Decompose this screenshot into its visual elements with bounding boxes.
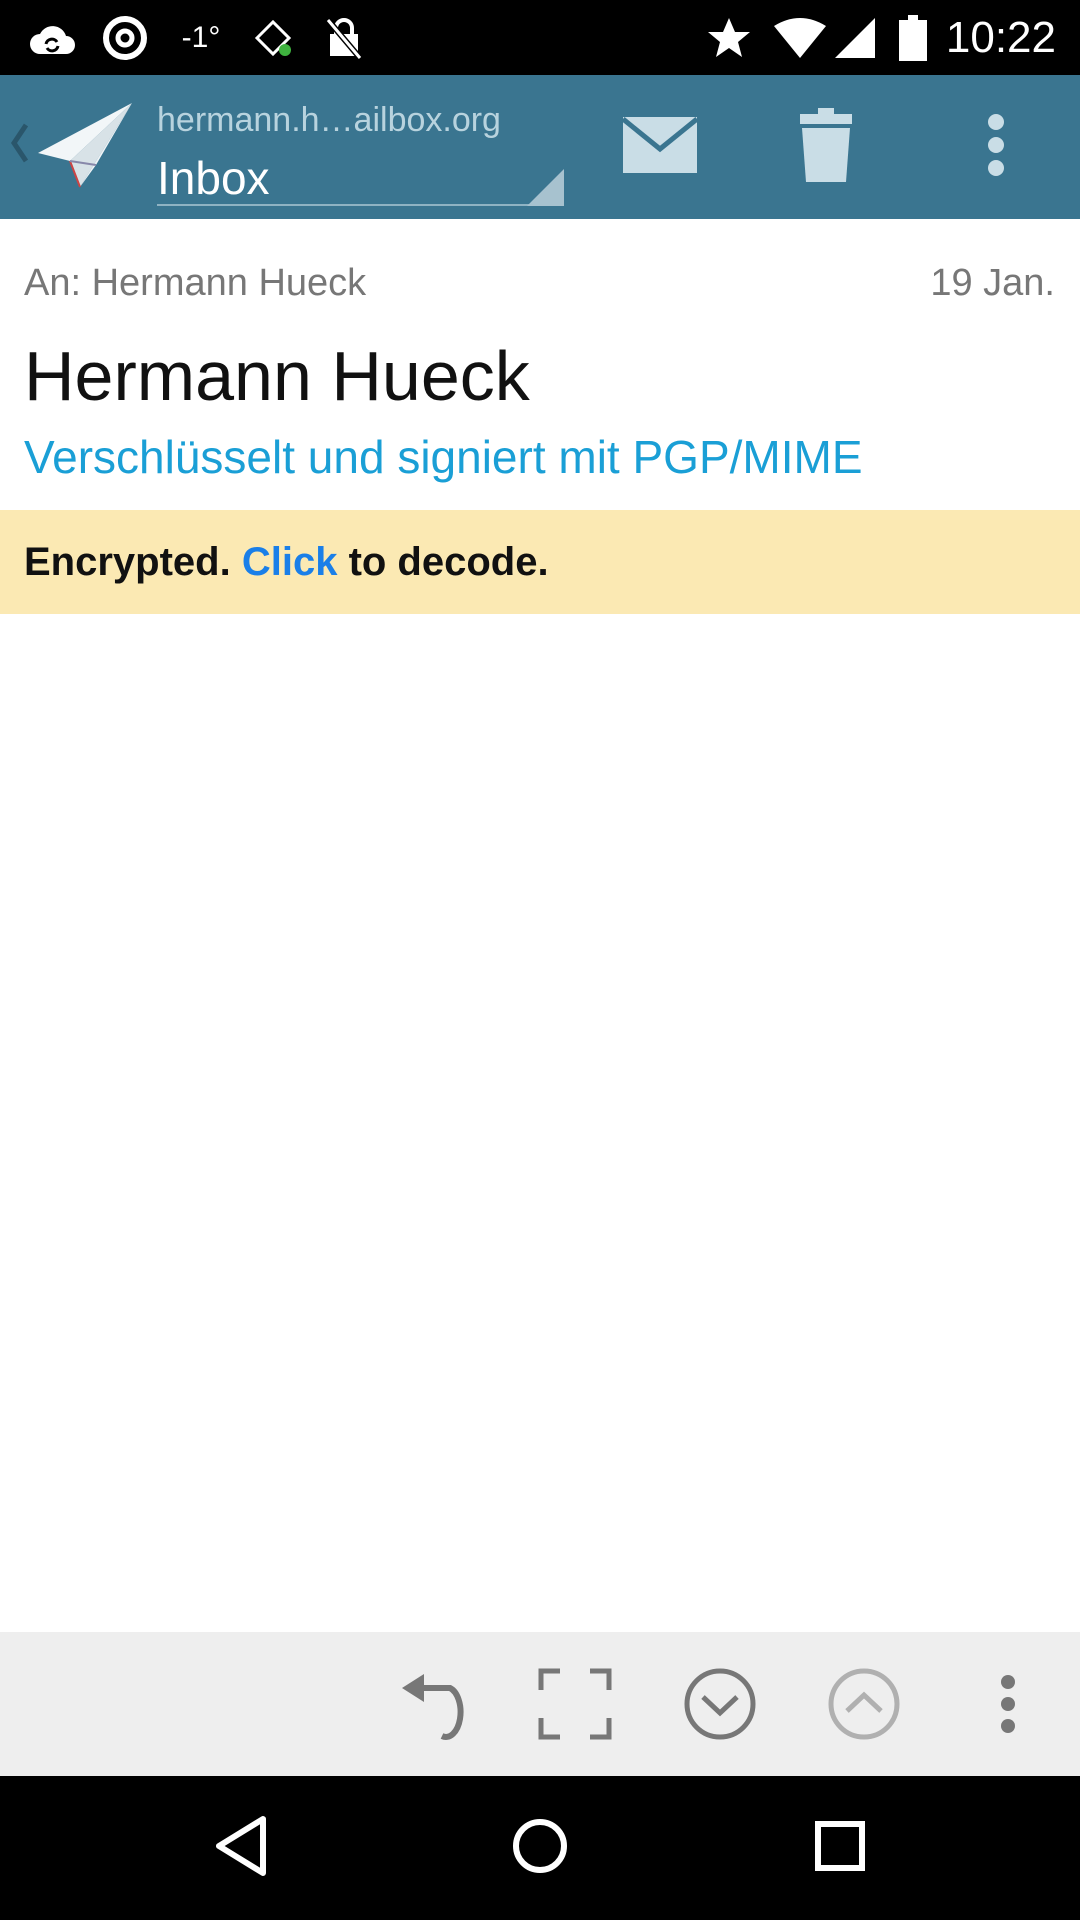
message-subject: Hermann Hueck bbox=[24, 337, 530, 415]
app-logo-icon bbox=[34, 101, 134, 198]
fullscreen-button[interactable] bbox=[535, 1666, 615, 1746]
decode-link[interactable]: Click bbox=[242, 540, 338, 584]
bottom-toolbar bbox=[0, 1632, 1080, 1776]
compose-icon bbox=[621, 116, 699, 178]
up-navigation-button[interactable] bbox=[8, 99, 134, 199]
back-chevron-icon bbox=[10, 121, 30, 170]
previous-message-icon bbox=[827, 1667, 901, 1746]
clock: 10:22 bbox=[945, 13, 1056, 62]
home-button[interactable] bbox=[500, 1808, 580, 1888]
banner-prefix: Encrypted. bbox=[24, 540, 242, 584]
recipient-line: An: Hermann Hueck bbox=[24, 262, 367, 304]
overflow-menu-icon bbox=[999, 1674, 1017, 1739]
temperature-icon: -1° bbox=[176, 16, 226, 60]
message-date: 19 Jan. bbox=[930, 262, 1055, 304]
toolbar-overflow-button[interactable] bbox=[968, 1666, 1048, 1746]
back-icon bbox=[213, 1815, 269, 1882]
app-bar: hermann.h…ailbox.org Inbox bbox=[0, 75, 1080, 219]
navigation-bar bbox=[0, 1776, 1080, 1920]
recents-icon bbox=[815, 1820, 865, 1876]
overflow-menu-button[interactable] bbox=[956, 107, 1036, 187]
compose-button[interactable] bbox=[614, 107, 706, 187]
next-message-button[interactable] bbox=[680, 1666, 760, 1746]
lock-off-icon bbox=[322, 16, 366, 60]
back-button[interactable] bbox=[201, 1808, 281, 1888]
home-icon bbox=[512, 1818, 568, 1879]
rain-icon bbox=[248, 16, 298, 60]
recents-button[interactable] bbox=[800, 1808, 880, 1888]
dropdown-indicator-icon bbox=[527, 169, 564, 206]
banner-suffix: to decode. bbox=[337, 540, 549, 584]
previous-message-button[interactable] bbox=[824, 1666, 904, 1746]
delete-icon bbox=[798, 107, 854, 187]
next-message-icon bbox=[683, 1667, 757, 1746]
folder-name: Inbox bbox=[157, 152, 270, 204]
at-sign-icon bbox=[100, 16, 150, 60]
overflow-menu-icon bbox=[986, 113, 1006, 181]
reply-button[interactable] bbox=[392, 1666, 472, 1746]
account-name: hermann.h…ailbox.org bbox=[157, 101, 501, 139]
message-body[interactable] bbox=[0, 614, 1080, 1632]
folder-underline bbox=[157, 204, 564, 206]
encrypted-banner-text: Encrypted. Click to decode. bbox=[24, 540, 549, 585]
star-icon bbox=[706, 16, 752, 60]
cell-signal-icon bbox=[832, 16, 878, 60]
temperature-label: -1° bbox=[181, 21, 221, 54]
delete-button[interactable] bbox=[786, 107, 866, 187]
battery-icon bbox=[896, 15, 930, 61]
status-bar: -1° 10:22 bbox=[0, 0, 1080, 75]
crypto-status-link[interactable]: Verschlüsselt und signiert mit PGP/MIME bbox=[24, 430, 863, 484]
fullscreen-icon bbox=[538, 1668, 612, 1745]
encrypted-banner: Encrypted. Click to decode. bbox=[0, 510, 1080, 614]
reply-icon bbox=[398, 1668, 466, 1745]
wifi-icon bbox=[772, 16, 828, 60]
cloud-sync-icon bbox=[26, 16, 78, 60]
